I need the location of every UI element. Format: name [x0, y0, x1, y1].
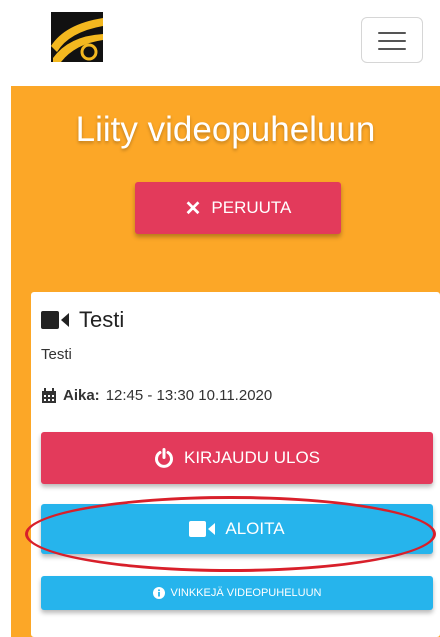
- hamburger-menu-icon: [378, 32, 406, 34]
- logo-emblem-icon[interactable]: [51, 12, 103, 62]
- time-label: Aika:: [63, 387, 100, 404]
- cancel-button-label: PERUUTA: [211, 198, 292, 217]
- logout-button-label: KIRJAUDU ULOS: [183, 448, 321, 467]
- info-icon: [152, 587, 165, 599]
- page-title: Liity videopuheluun: [75, 110, 376, 149]
- tips-button-label: VINKKEJÄ VIDEOPUHELUUN: [170, 587, 322, 599]
- meeting-header: Testi: [41, 307, 124, 333]
- video-camera-icon: [41, 311, 69, 329]
- meeting-title: Testi: [79, 307, 125, 332]
- menu-toggle-button[interactable]: [361, 17, 423, 63]
- start-call-button[interactable]: ALOITA: [41, 504, 433, 554]
- meeting-time: Aika: 12:45 - 13:30 10.11.2020: [41, 387, 272, 404]
- time-value: 12:45 - 13:30 10.11.2020: [105, 387, 273, 404]
- meeting-card: Testi Testi Aika: 12:45 - 13:30 10.11.20…: [31, 292, 440, 637]
- video-camera-icon: [189, 521, 216, 537]
- power-icon: [155, 448, 173, 468]
- cancel-button[interactable]: ✕ PERUUTA: [135, 182, 341, 234]
- calendar-icon: [42, 387, 56, 403]
- video-call-tips-button[interactable]: VINKKEJÄ VIDEOPUHELUUN: [41, 576, 433, 610]
- meeting-description: Testi: [41, 346, 72, 363]
- logout-button[interactable]: KIRJAUDU ULOS: [41, 432, 433, 484]
- x-icon: ✕: [184, 197, 202, 220]
- navbar: [0, 0, 440, 86]
- start-call-button-label: ALOITA: [225, 519, 285, 538]
- join-video-call-section: Liity videopuheluun ✕ PERUUTA Testi Test…: [11, 86, 440, 637]
